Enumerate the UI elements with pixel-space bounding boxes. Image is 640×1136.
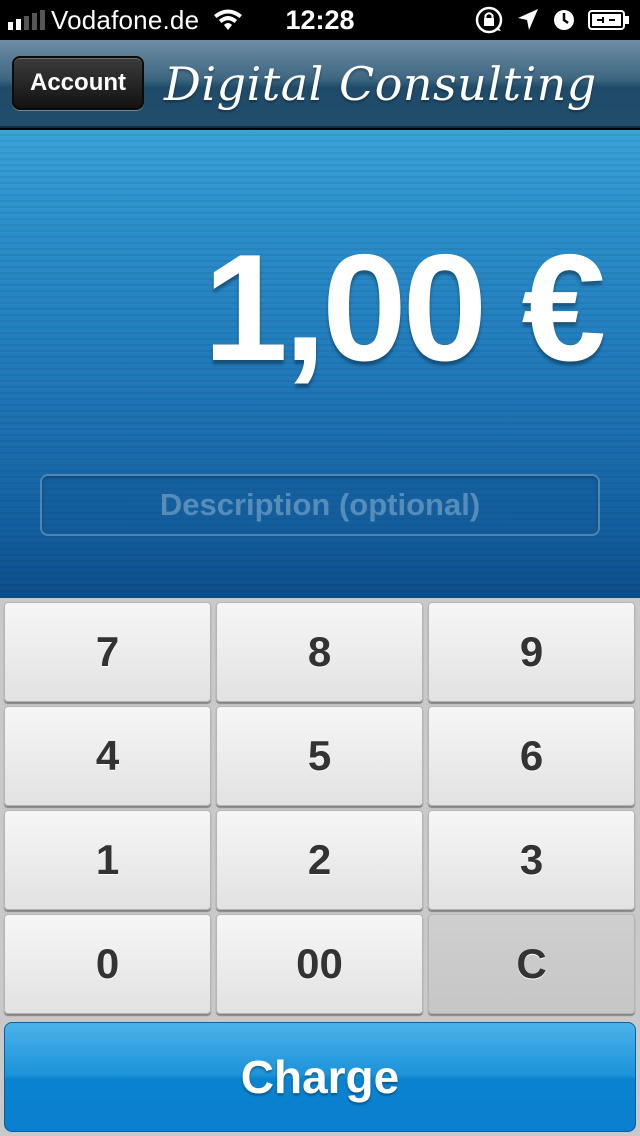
nav-bar: Account Digital Consulting xyxy=(0,40,640,128)
amount-panel: 1,00 € xyxy=(0,130,640,598)
key-1[interactable]: 1 xyxy=(4,810,211,910)
key-0[interactable]: 0 xyxy=(4,914,211,1014)
status-bar: Vodafone.de 12:28 xyxy=(0,0,640,40)
key-7[interactable]: 7 xyxy=(4,602,211,702)
charge-button[interactable]: Charge xyxy=(4,1022,636,1132)
charge-bar: Charge xyxy=(0,1018,640,1136)
alarm-icon xyxy=(554,10,574,30)
key-3[interactable]: 3 xyxy=(428,810,635,910)
keypad: 7 8 9 4 5 6 1 2 3 0 00 C xyxy=(0,598,640,1018)
account-button[interactable]: Account xyxy=(12,56,144,110)
amount-display: 1,00 € xyxy=(203,223,606,393)
location-icon xyxy=(518,9,538,30)
clear-button[interactable]: C xyxy=(428,914,635,1014)
key-00[interactable]: 00 xyxy=(216,914,423,1014)
rotation-lock-icon xyxy=(475,6,503,34)
key-5[interactable]: 5 xyxy=(216,706,423,806)
key-8[interactable]: 8 xyxy=(216,602,423,702)
app-title: Digital Consulting xyxy=(164,57,597,111)
description-input[interactable] xyxy=(40,474,600,536)
status-right xyxy=(474,0,630,40)
key-6[interactable]: 6 xyxy=(428,706,635,806)
key-2[interactable]: 2 xyxy=(216,810,423,910)
battery-icon xyxy=(588,10,629,30)
key-9[interactable]: 9 xyxy=(428,602,635,702)
key-4[interactable]: 4 xyxy=(4,706,211,806)
